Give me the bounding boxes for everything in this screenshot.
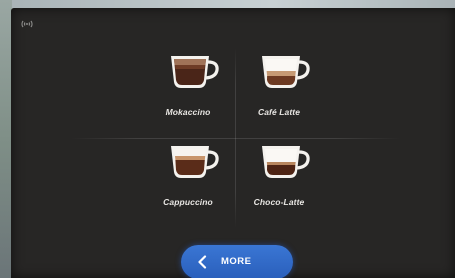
- choco-latte-cup-icon: [262, 146, 310, 178]
- more-button-label: MORE: [221, 256, 252, 267]
- drink-tile-choco-latte[interactable]: Choco-Latte: [234, 142, 324, 222]
- drink-tile-mokaccino[interactable]: Mokaccino: [143, 52, 233, 132]
- drink-label: Café Latte: [257, 107, 301, 117]
- more-button[interactable]: MORE: [181, 245, 293, 278]
- drink-label: Cappuccino: [163, 197, 213, 207]
- mokaccino-cup-icon: [171, 56, 219, 88]
- drink-label: Mokaccino: [165, 107, 211, 117]
- grid-divider-horizontal: [71, 138, 401, 139]
- cappuccino-cup-icon: [171, 146, 219, 178]
- drink-tile-cappuccino[interactable]: Cappuccino: [143, 142, 233, 222]
- drink-label: Choco-Latte: [253, 197, 305, 207]
- wifi-icon: [20, 17, 34, 29]
- touch-screen: Mokaccino Café Latte Cappuccino Choco-La…: [11, 8, 455, 278]
- cafe-latte-cup-icon: [262, 56, 310, 88]
- drink-tile-cafe-latte[interactable]: Café Latte: [234, 52, 324, 132]
- photo-scene: Mokaccino Café Latte Cappuccino Choco-La…: [0, 0, 455, 278]
- chevron-left-icon: [197, 255, 207, 269]
